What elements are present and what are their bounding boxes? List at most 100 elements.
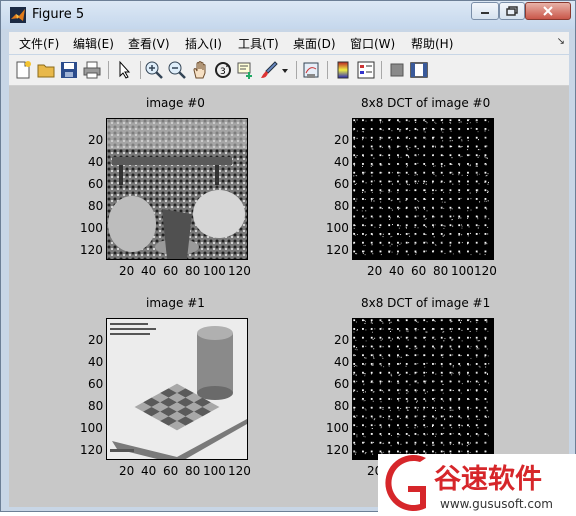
- dct-plot-1[interactable]: [352, 318, 494, 460]
- dct-coefficient: [365, 120, 367, 122]
- dct-coefficient: [449, 433, 452, 435]
- dct-coefficient: [379, 383, 381, 385]
- dct-coefficient: [362, 163, 364, 165]
- open-file-icon[interactable]: [36, 60, 56, 80]
- dct-coefficient: [451, 328, 453, 330]
- dct-coefficient: [356, 426, 358, 428]
- dct-coefficient: [452, 409, 454, 411]
- dct-coefficient: [423, 450, 426, 453]
- menu-window[interactable]: 窗口(W): [350, 35, 395, 52]
- minimize-button[interactable]: [471, 2, 499, 20]
- dct-coefficient: [476, 224, 478, 226]
- dct-coefficient: [389, 157, 391, 159]
- menu-help[interactable]: 帮助(H): [411, 35, 453, 52]
- dct-coefficient: [442, 328, 444, 330]
- new-figure-icon[interactable]: [13, 60, 33, 80]
- dct-coefficient: [373, 180, 375, 182]
- dct-coefficient: [354, 183, 356, 185]
- zoom-out-icon[interactable]: [167, 60, 187, 80]
- dct-coefficient: [370, 189, 373, 192]
- dct-coefficient: [417, 321, 419, 323]
- save-icon[interactable]: [59, 60, 79, 80]
- dct-coefficient: [364, 408, 366, 410]
- dct-coefficient: [414, 234, 416, 236]
- dct-coefficient: [423, 441, 426, 444]
- colorbar-icon[interactable]: [333, 60, 353, 80]
- menu-tools[interactable]: 工具(T): [238, 35, 279, 52]
- print-icon[interactable]: [82, 60, 102, 80]
- dct-coefficient: [425, 336, 427, 338]
- pointer-icon[interactable]: [115, 60, 135, 80]
- dct-coefficient: [370, 322, 372, 324]
- dct-coefficient: [459, 372, 461, 374]
- dct-coefficient: [458, 183, 460, 185]
- menu-view[interactable]: 查看(V): [128, 35, 170, 52]
- dct-coefficient: [484, 154, 487, 157]
- image-plot-1[interactable]: [106, 318, 248, 460]
- menu-edit[interactable]: 编辑(E): [73, 35, 114, 52]
- dct-coefficient: [406, 441, 408, 443]
- dct-coefficient: [370, 415, 373, 418]
- menu-file[interactable]: 文件(F): [19, 35, 59, 52]
- maximize-button[interactable]: [499, 2, 525, 20]
- dct-coefficient: [477, 216, 479, 218]
- dct-coefficient: [458, 189, 461, 192]
- dct-coefficient: [409, 384, 411, 386]
- dct-coefficient: [451, 219, 453, 221]
- brush-icon[interactable]: [259, 60, 279, 80]
- dct-coefficient: [449, 398, 452, 400]
- brush-dropdown-icon[interactable]: [280, 60, 290, 80]
- dct-coefficient: [356, 155, 358, 157]
- rotate-3d-icon[interactable]: 3: [213, 60, 233, 80]
- dct-coefficient: [391, 183, 393, 185]
- dct-coefficient: [432, 345, 434, 348]
- close-button[interactable]: [525, 2, 571, 20]
- dct-coefficient: [389, 410, 391, 412]
- menu-dock-arrow-icon[interactable]: ↘: [557, 36, 565, 47]
- dct-coefficient: [442, 356, 444, 358]
- dct-coefficient: [399, 200, 401, 202]
- dct-coefficient: [443, 225, 445, 227]
- legend-icon[interactable]: [356, 60, 376, 80]
- dct-coefficient: [388, 241, 391, 244]
- dct-coefficient: [362, 119, 364, 122]
- dct-coefficient: [388, 418, 390, 420]
- dct-coefficient: [379, 189, 382, 192]
- menu-desktop[interactable]: 桌面(D): [293, 35, 336, 52]
- dct-coefficient: [476, 165, 478, 167]
- dct-coefficient: [372, 453, 374, 455]
- y-tick-label: 100: [326, 221, 349, 235]
- dct-coefficient: [449, 192, 451, 194]
- dct-coefficient: [355, 200, 357, 202]
- dct-coefficient: [468, 398, 470, 400]
- dct-coefficient: [440, 154, 443, 157]
- dct-coefficient: [484, 206, 487, 209]
- dct-coefficient: [370, 200, 372, 202]
- dct-coefficient: [353, 198, 356, 200]
- dct-coefficient: [372, 253, 374, 255]
- dct-coefficient: [405, 424, 408, 427]
- dct-coefficient: [432, 233, 434, 235]
- link-plot-icon[interactable]: [301, 60, 321, 80]
- x-tick-label: 120: [228, 464, 251, 478]
- dct-plot-0[interactable]: [352, 118, 494, 260]
- dct-coefficient: [390, 381, 392, 383]
- dct-coefficient: [433, 319, 435, 321]
- pan-hand-icon[interactable]: [190, 60, 210, 80]
- dct-coefficient: [383, 366, 385, 368]
- dct-coefficient: [441, 201, 443, 203]
- dct-coefficient: [451, 140, 453, 142]
- show-plot-tools-icon[interactable]: [409, 60, 429, 80]
- dct-coefficient: [440, 415, 443, 418]
- dct-coefficient: [382, 407, 384, 409]
- hide-plot-tools-icon[interactable]: [387, 60, 407, 80]
- menu-insert[interactable]: 插入(I): [185, 35, 222, 52]
- dct-coefficient: [449, 406, 452, 409]
- data-cursor-icon[interactable]: [236, 60, 256, 80]
- dct-coefficient: [362, 363, 364, 365]
- dct-image: [353, 319, 493, 459]
- zoom-in-icon[interactable]: [144, 60, 164, 80]
- dct-coefficient: [390, 445, 392, 447]
- title-bar[interactable]: Figure 5: [1, 1, 575, 29]
- image-plot-0[interactable]: [106, 118, 248, 260]
